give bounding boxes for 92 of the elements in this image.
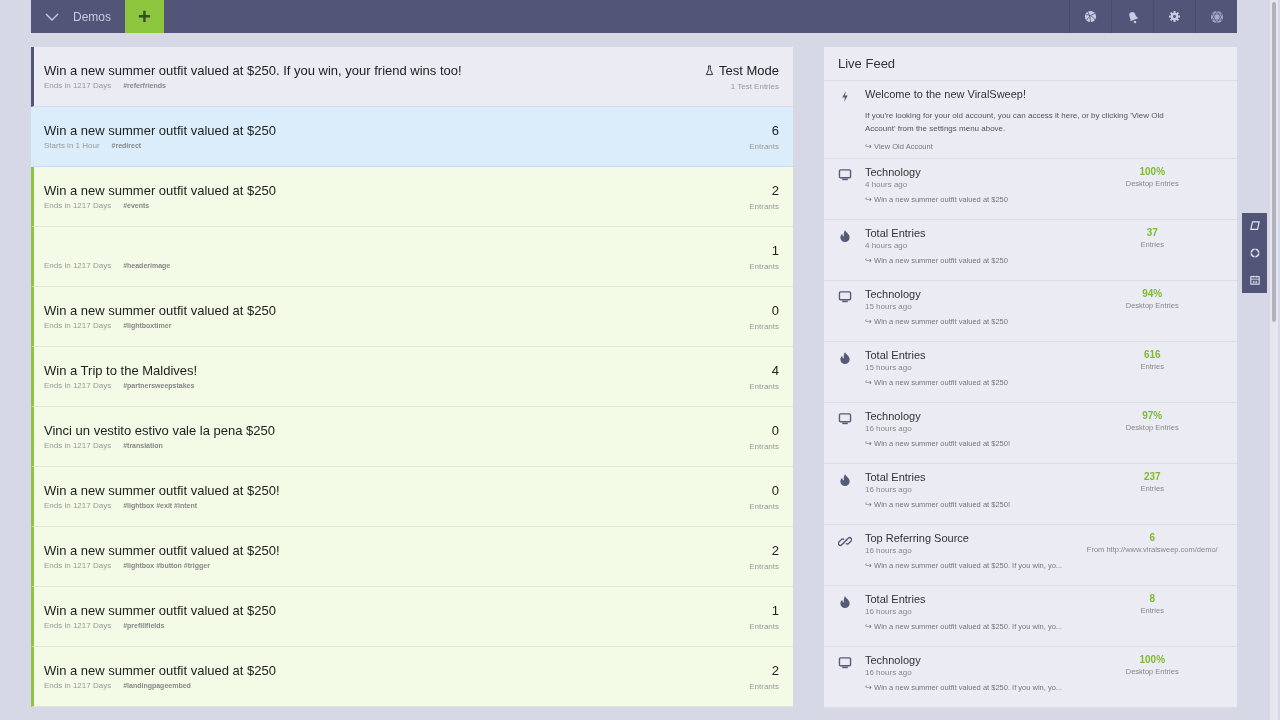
stat-value: 6 — [1149, 532, 1155, 543]
feed-item-time: 4 hours ago — [865, 180, 909, 189]
count-label: Entrants — [749, 561, 779, 571]
menu-label[interactable]: Demos — [73, 9, 111, 24]
campaign-timing: Ends in 1217 Days — [44, 201, 112, 210]
flame-icon — [838, 230, 852, 242]
entrant-count: Test Mode — [719, 62, 779, 78]
feed-item-time: 16 hours ago — [865, 424, 913, 433]
count-label: Entrants — [749, 321, 779, 331]
count-label: Entrants — [749, 381, 779, 391]
entrant-count: 0 — [771, 422, 779, 438]
feed-item-time: 16 hours ago — [865, 546, 913, 555]
feed-item-title: Technology — [865, 654, 922, 666]
campaign-timing: Ends in 1217 Days — [44, 621, 112, 630]
stat-value: 97% — [1142, 410, 1163, 421]
campaign-title: Vinci un vestito estivo vale la pena $250 — [44, 423, 276, 438]
monitor-icon — [838, 291, 852, 303]
campaign-timing: Ends in 1217 Days — [44, 561, 112, 570]
count-label: Entrants — [749, 621, 779, 631]
monitor-icon — [838, 169, 852, 181]
stat-value: 100% — [1139, 166, 1166, 177]
stat-value: 94% — [1142, 288, 1163, 299]
campaign-title: Win a new summer outfit valued at $250 — [44, 303, 276, 318]
calendar-icon[interactable] — [1249, 274, 1260, 285]
count-label: Entrants — [749, 201, 779, 211]
campaign-title: Win a new summer outfit valued at $250 — [44, 183, 276, 198]
flame-icon — [838, 474, 852, 486]
scrollbar[interactable] — [1270, 0, 1278, 720]
feed-item-time: 16 hours ago — [865, 668, 913, 677]
count-label: Entrants — [749, 261, 779, 271]
entrant-count: 2 — [771, 182, 779, 198]
campaign-timing: Ends in 1217 Days — [44, 381, 112, 390]
monitor-icon — [838, 413, 852, 425]
entrant-count: 1 — [771, 242, 779, 258]
stat-value: 8 — [1149, 593, 1155, 604]
campaign-title: Win a new summer outfit valued at $250! — [44, 543, 280, 558]
feed-item-time: 15 hours ago — [865, 302, 913, 311]
feed-item-time: 16 hours ago — [865, 485, 913, 494]
entrant-count: 0 — [771, 482, 779, 498]
campaign-title: Win a new summer outfit valued at $250 — [44, 603, 276, 618]
feed-item-title: Total Entries — [865, 593, 927, 605]
entrant-count: 2 — [771, 542, 779, 558]
stat-value: 37 — [1146, 227, 1158, 238]
campaign-title: Win a Trip to the Maldives! — [44, 363, 198, 378]
entrant-count: 4 — [771, 362, 779, 378]
count-label: Entrants — [749, 681, 779, 691]
link-icon — [838, 535, 852, 548]
campaign-timing: Ends in 1217 Days — [44, 441, 112, 450]
flame-icon — [838, 596, 852, 608]
chevron-down-icon[interactable] — [45, 12, 59, 21]
welcome-title: Welcome to the new ViralSweep! — [865, 88, 1027, 100]
add-button[interactable]: + — [125, 0, 164, 33]
count-label: Entrants — [749, 141, 779, 151]
panel-title: Live Feed — [824, 47, 1237, 81]
campaign-timing: Ends in 1217 Days — [44, 501, 112, 510]
globe-icon[interactable] — [1209, 9, 1224, 24]
campaign-title: Win a new summer outfit valued at $250. If you win, your friend wins too! — [44, 63, 462, 78]
campaign-title: Win a new summer outfit valued at $250 — [44, 123, 276, 138]
entrant-count: 2 — [771, 662, 779, 678]
feed-item-title: Top Referring Source — [865, 532, 970, 544]
campaign-title: Win a new summer outfit valued at $250 — [44, 663, 276, 678]
feed-item-title: Total Entries — [865, 227, 927, 239]
campaign-timing: Ends in 1217 Days — [44, 261, 112, 270]
ball-icon[interactable] — [1084, 10, 1097, 23]
welcome-text: If you're looking for your old account, you can access it here, or by clicking 'View Old Account' from the settings menu above. — [865, 110, 1165, 135]
settings-icon[interactable] — [1168, 10, 1181, 23]
feed-item-time: 4 hours ago — [865, 241, 909, 250]
feed-item-title: Total Entries — [865, 471, 927, 483]
campaign-timing: Ends in 1217 Days — [44, 81, 112, 90]
stat-value: 616 — [1143, 349, 1161, 360]
flame-icon — [838, 352, 852, 364]
feed-item-title: Total Entries — [865, 349, 927, 361]
feed-item-title: Technology — [865, 166, 922, 178]
feed-item-time: 16 hours ago — [865, 607, 913, 616]
count-label: Entrants — [749, 441, 779, 451]
entrant-count: 0 — [771, 302, 779, 318]
campaign-timing: Ends in 1217 Days — [44, 681, 112, 690]
feed-item-time: 15 hours ago — [865, 363, 913, 372]
feed-item-title: Technology — [865, 410, 922, 422]
campaign-timing: Ends in 1217 Days — [44, 321, 112, 330]
monitor-icon — [838, 657, 852, 669]
flask-icon — [705, 64, 714, 76]
count-label: 1 Test Entries — [730, 81, 779, 91]
entrant-count: 6 — [771, 122, 779, 138]
campaign-title: Win a new summer outfit valued at $250! — [44, 483, 280, 498]
count-label: Entrants — [749, 501, 779, 511]
stat-value: 237 — [1143, 471, 1161, 482]
lifebuoy-icon[interactable] — [1249, 248, 1260, 258]
campaign-timing: Starts in 1 Hour — [44, 141, 100, 150]
feed-item-title: Technology — [865, 288, 922, 300]
stat-value: 100% — [1139, 654, 1166, 665]
entrant-count: 1 — [771, 602, 779, 618]
